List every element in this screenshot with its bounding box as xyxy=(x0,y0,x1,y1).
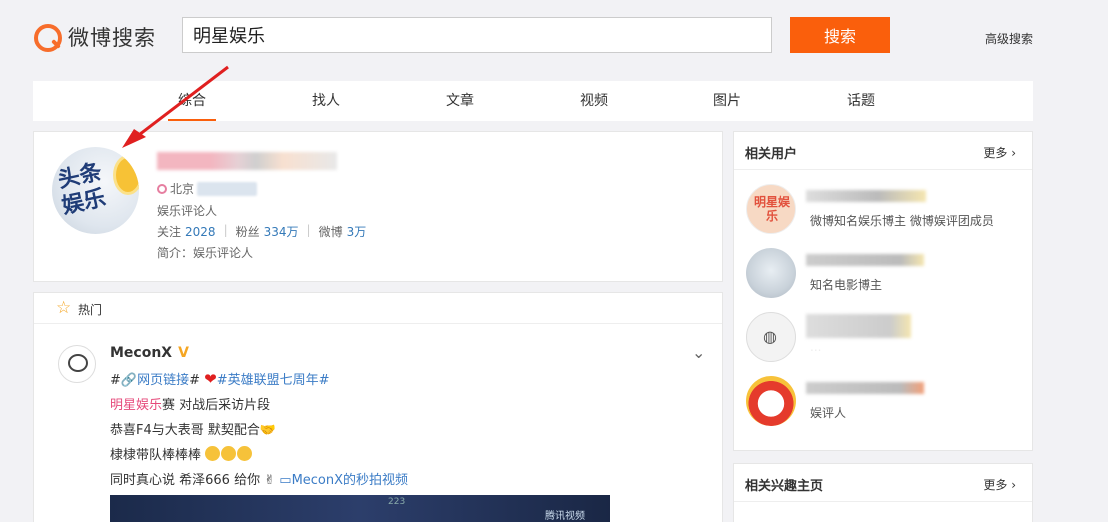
annotation-arrow xyxy=(122,65,229,148)
